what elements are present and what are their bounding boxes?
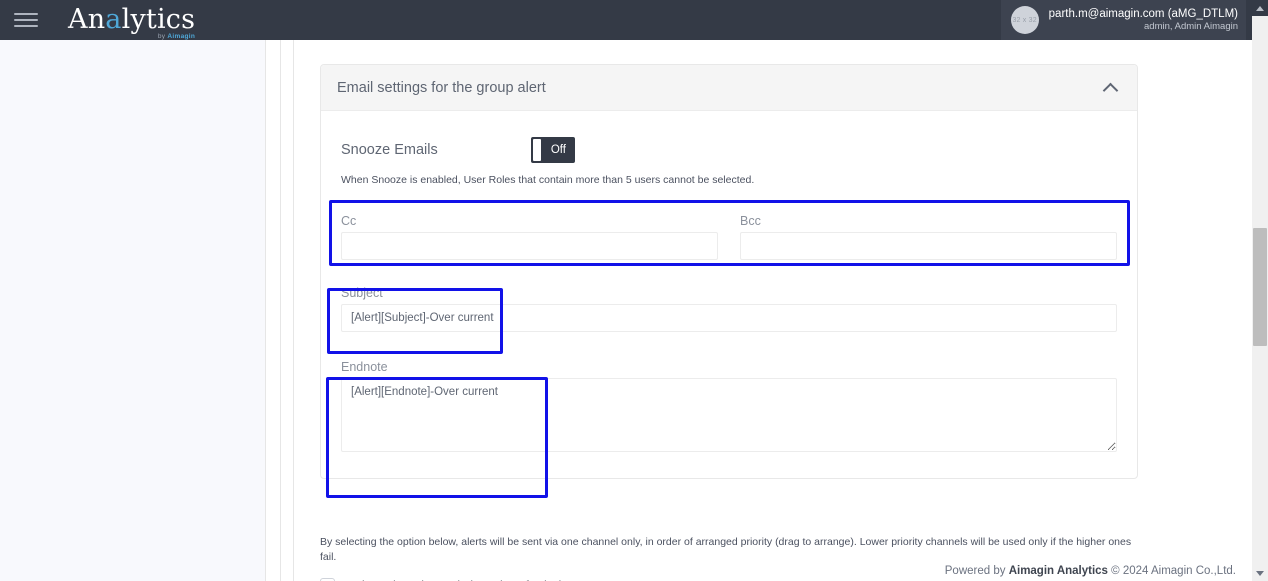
cc-bcc-row: Cc Bcc (341, 214, 1117, 260)
hamburger-line (14, 19, 38, 21)
chevron-up-icon[interactable] (1103, 80, 1119, 96)
alert-channel-note: By selecting the option below, alerts wi… (320, 536, 1132, 563)
application-window: Analytics by Aimagin 32 x 32 parth.m@aim… (0, 0, 1268, 581)
toggle-state-label: Off (550, 144, 566, 156)
endnote-textarea[interactable] (341, 378, 1117, 452)
scroll-up-arrow-icon[interactable] (1252, 0, 1268, 16)
cc-label: Cc (341, 214, 357, 228)
cc-field: Cc (341, 214, 718, 260)
brand-sub-company: Aimagin (167, 33, 196, 40)
main-content: Email settings for the group alert Snooz… (294, 40, 1241, 581)
endnote-label: Endnote (341, 360, 388, 374)
snooze-toggle[interactable]: Off (531, 137, 575, 163)
panel-body: Snooze Emails Off When Snooze is enabled… (321, 111, 1137, 478)
user-account-box[interactable]: 32 x 32 parth.m@aimagin.com (aMG_DTLM) a… (1000, 0, 1246, 40)
hamburger-line (14, 13, 38, 15)
hamburger-line (14, 25, 38, 27)
subject-label: Subject (341, 286, 383, 300)
brand-text-before: An (68, 4, 106, 35)
scroll-down-arrow-icon[interactable] (1252, 565, 1268, 581)
snooze-row: Snooze Emails Off (341, 137, 1117, 163)
vertical-divider (265, 40, 266, 581)
panel-title: Email settings for the group alert (337, 79, 546, 96)
avatar: 32 x 32 (1010, 6, 1039, 34)
brand-logo[interactable]: Analytics by Aimagin (68, 5, 195, 41)
vertical-divider (280, 40, 281, 581)
bcc-label: Bcc (740, 214, 761, 228)
footer-suffix: © 2024 Aimagin Co.,Ltd. (1107, 565, 1236, 577)
cc-input[interactable] (341, 232, 718, 260)
user-email: parth.m@aimagin.com (aMG_DTLM) (1048, 7, 1238, 20)
scrollbar-thumb[interactable] (1253, 228, 1267, 346)
brand-subtitle: by Aimagin (158, 33, 195, 40)
bcc-field: Bcc (740, 214, 1117, 260)
footer-prefix: Powered by (944, 565, 1009, 577)
footer-brand: Aimagin Analytics (1008, 565, 1108, 577)
brand-text-after: lytics (121, 4, 196, 35)
user-info: parth.m@aimagin.com (aMG_DTLM) admin, Ad… (1049, 7, 1238, 33)
hamburger-menu-icon[interactable] (14, 13, 40, 27)
vertical-scrollbar[interactable] (1252, 0, 1268, 581)
user-role: admin, Admin Aimagin (1144, 21, 1238, 33)
subject-field: Subject (341, 286, 1117, 332)
footer: Powered by Aimagin Analytics © 2024 Aima… (945, 565, 1236, 577)
left-rail (0, 40, 265, 581)
email-settings-panel: Email settings for the group alert Snooz… (320, 64, 1138, 479)
subject-input[interactable] (341, 304, 1117, 332)
endnote-field: Endnote (341, 360, 1117, 452)
bcc-input[interactable] (740, 232, 1117, 260)
snooze-hint: When Snooze is enabled, User Roles that … (341, 174, 755, 186)
toggle-knob (533, 139, 541, 161)
brand-highlight-letter: a (105, 4, 122, 35)
panel-header[interactable]: Email settings for the group alert (321, 65, 1137, 111)
snooze-label: Snooze Emails (341, 142, 438, 158)
top-navbar: Analytics by Aimagin 32 x 32 parth.m@aim… (0, 0, 1268, 40)
brand-title: Analytics (68, 5, 195, 35)
brand-sub-prefix: by (157, 33, 168, 40)
